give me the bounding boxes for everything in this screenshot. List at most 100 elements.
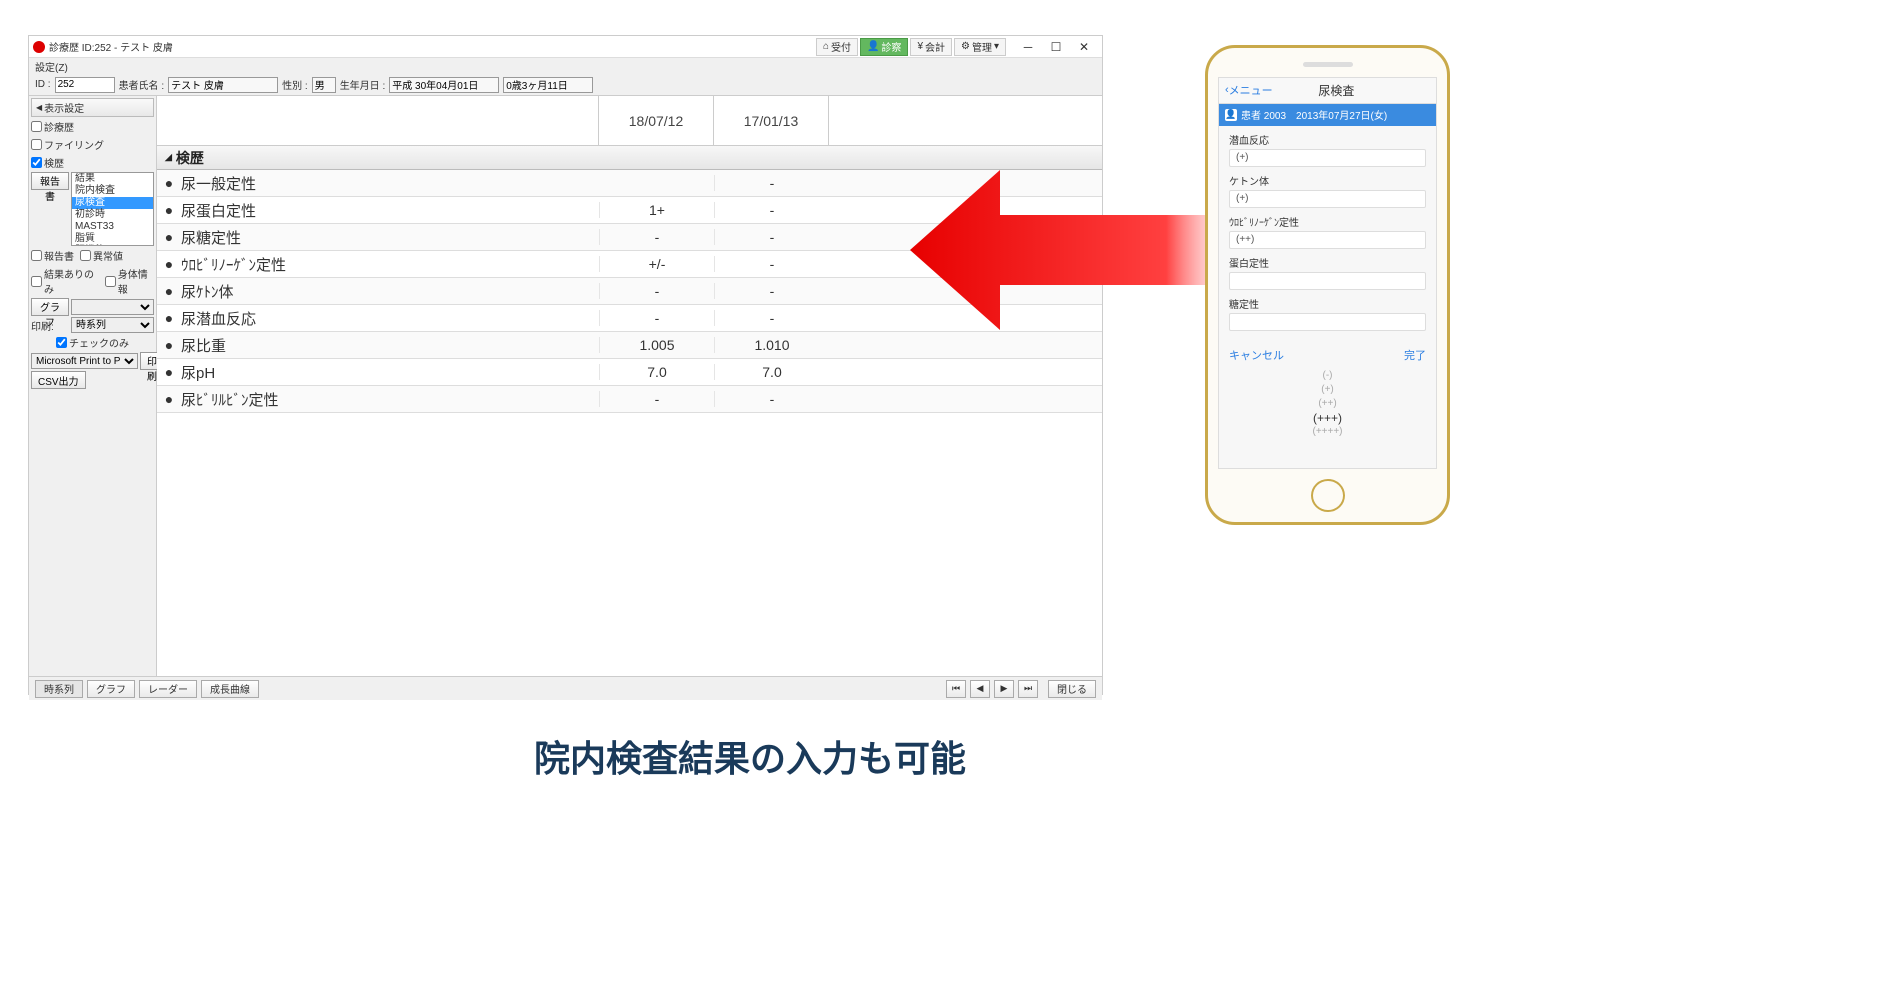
id-field[interactable] xyxy=(55,77,115,93)
phone-navbar: ‹メニュー 尿検査 xyxy=(1219,78,1436,104)
yen-icon: ¥ xyxy=(917,41,923,52)
list-item[interactable]: 院内検査 xyxy=(72,185,153,197)
report-button[interactable]: 報告書 xyxy=(31,172,69,190)
chk-report[interactable]: 報告書 xyxy=(31,247,74,264)
minimize-button[interactable]: ─ xyxy=(1014,38,1042,56)
test-value: - xyxy=(599,310,714,326)
close-button[interactable]: ✕ xyxy=(1070,38,1098,56)
phone-done-button[interactable]: 完了 xyxy=(1404,347,1426,363)
table-row[interactable]: ●尿pH7.07.0 xyxy=(157,359,1102,386)
chk-chart[interactable]: 診療歴 xyxy=(31,118,154,135)
list-item[interactable]: 脂質 xyxy=(72,233,153,245)
id-label: ID : xyxy=(35,79,51,90)
test-name: 尿潜血反応 xyxy=(181,308,599,329)
list-item[interactable]: 初診時 xyxy=(72,209,153,221)
close-panel-button[interactable]: 閉じる xyxy=(1048,680,1096,698)
report-listbox[interactable]: 結果院内検査尿検査初診時MAST33脂質肝機能 xyxy=(71,172,154,246)
phone-form-item: 蛋白定性 xyxy=(1229,255,1426,290)
graph-select-row: グラフ xyxy=(31,298,154,316)
chk-body[interactable]: 身体情報 xyxy=(105,265,154,297)
nav-first[interactable]: ⏮ xyxy=(946,680,966,698)
date-spacer xyxy=(157,96,599,145)
menu-bar: 設定(Z) xyxy=(29,58,1102,74)
display-settings-header[interactable]: ◀表示設定 xyxy=(31,98,154,117)
sex-label: 性別 : xyxy=(282,77,308,92)
field-value[interactable] xyxy=(1229,272,1426,290)
csv-export-button[interactable]: CSV出力 xyxy=(31,371,86,389)
chk-chart-box[interactable] xyxy=(31,121,42,132)
chk-resultonly[interactable]: 結果ありのみ xyxy=(31,265,99,297)
bullet-icon: ● xyxy=(157,229,181,245)
phone-picker[interactable]: (-)(+)(++)(+++)(++++) xyxy=(1219,367,1436,439)
print-mode-select[interactable]: 時系列 xyxy=(71,317,154,333)
chk-abnormal[interactable]: 異常値 xyxy=(80,247,123,264)
field-value[interactable]: (++) xyxy=(1229,231,1426,249)
phone-patient-bar: 👤 患者 2003 2013年07月27日(女) xyxy=(1219,104,1436,126)
reception-button[interactable]: ⌂受付 xyxy=(816,38,858,56)
tab-graph[interactable]: グラフ xyxy=(87,680,135,698)
dob-field[interactable] xyxy=(389,77,499,93)
list-item[interactable]: 尿検査 xyxy=(72,197,153,209)
test-name: 尿一般定性 xyxy=(181,173,599,194)
maximize-button[interactable]: ☐ xyxy=(1042,38,1070,56)
picker-option[interactable]: (+++) xyxy=(1219,411,1436,425)
picker-option[interactable]: (+) xyxy=(1219,383,1436,397)
tab-timeseries[interactable]: 時系列 xyxy=(35,680,83,698)
app-icon xyxy=(33,41,45,53)
field-value[interactable]: (+) xyxy=(1229,149,1426,167)
list-item[interactable]: MAST33 xyxy=(72,221,153,233)
test-value: 1.010 xyxy=(714,337,829,353)
bullet-icon: ● xyxy=(157,175,181,191)
table-row[interactable]: ●尿比重1.0051.010 xyxy=(157,332,1102,359)
window-title: 診療歴 ID:252 - テスト 皮膚 xyxy=(49,39,816,54)
account-button[interactable]: ¥会計 xyxy=(910,38,952,56)
graph-label[interactable]: グラフ xyxy=(31,298,69,316)
bullet-icon: ● xyxy=(157,364,181,380)
field-value[interactable]: (+) xyxy=(1229,190,1426,208)
phone-cancel-button[interactable]: キャンセル xyxy=(1229,347,1284,363)
chk-checkonly[interactable]: チェックのみ xyxy=(31,334,154,351)
chk-filing[interactable]: ファイリング xyxy=(31,136,154,153)
nav-next[interactable]: ▶ xyxy=(994,680,1014,698)
picker-option[interactable]: (++++) xyxy=(1219,425,1436,439)
nav-last[interactable]: ⏭ xyxy=(1018,680,1038,698)
bullet-icon: ● xyxy=(157,283,181,299)
list-item[interactable]: 肝機能 xyxy=(72,245,153,246)
home-icon: ⌂ xyxy=(823,41,829,52)
table-row[interactable]: ●尿ﾋﾞﾘﾙﾋﾞﾝ定性-- xyxy=(157,386,1102,413)
sidebar: ◀表示設定 診療歴 ファイリング 検歴 報告書 結果院内検査尿検査初診時MAST… xyxy=(29,96,157,676)
date-col-0[interactable]: 18/07/12 xyxy=(599,96,714,145)
date-col-1[interactable]: 17/01/13 xyxy=(714,96,829,145)
picker-option[interactable]: (-) xyxy=(1219,369,1436,383)
printer-select[interactable]: Microsoft Print to P xyxy=(31,353,138,369)
phone-title: 尿検査 xyxy=(1243,82,1430,99)
manage-button[interactable]: ⚙管理▾ xyxy=(954,38,1006,56)
phone-home-button[interactable] xyxy=(1311,479,1345,512)
print-label: 印刷: xyxy=(31,318,69,333)
sex-field[interactable] xyxy=(312,77,336,93)
titlebar: 診療歴 ID:252 - テスト 皮膚 ⌂受付 👤診察 ¥会計 ⚙管理▾ ─ ☐… xyxy=(29,36,1102,58)
test-name: ｳﾛﾋﾞﾘﾉｰｹﾞﾝ定性 xyxy=(181,254,599,275)
chk-history[interactable]: 検歴 xyxy=(31,154,154,171)
exam-button[interactable]: 👤診察 xyxy=(860,38,908,56)
name-field[interactable] xyxy=(168,77,278,93)
graph-select[interactable] xyxy=(71,299,154,315)
test-value: - xyxy=(714,283,829,299)
age-field[interactable] xyxy=(503,77,593,93)
list-item[interactable]: 結果 xyxy=(72,173,153,185)
dob-label: 生年月日 : xyxy=(340,77,386,92)
phone-body: 潜血反応(+)ケトン体(+)ｳﾛﾋﾞﾘﾉｰｹﾞﾝ定性(++)蛋白定性糖定性 xyxy=(1219,126,1436,343)
tab-growth[interactable]: 成長曲線 xyxy=(201,680,259,698)
picker-option[interactable]: (++) xyxy=(1219,397,1436,411)
person-icon: 👤 xyxy=(867,41,879,52)
phone-screen: ‹メニュー 尿検査 👤 患者 2003 2013年07月27日(女) 潜血反応(… xyxy=(1218,77,1437,469)
tab-radar[interactable]: レーダー xyxy=(139,680,197,698)
field-label: 糖定性 xyxy=(1229,296,1426,311)
chk-history-box[interactable] xyxy=(31,157,42,168)
settings-menu[interactable]: 設定(Z) xyxy=(35,59,68,74)
nav-prev[interactable]: ◀ xyxy=(970,680,990,698)
field-value[interactable] xyxy=(1229,313,1426,331)
chevron-down-icon: ▾ xyxy=(994,41,999,52)
test-value: - xyxy=(599,229,714,245)
chk-filing-box[interactable] xyxy=(31,139,42,150)
